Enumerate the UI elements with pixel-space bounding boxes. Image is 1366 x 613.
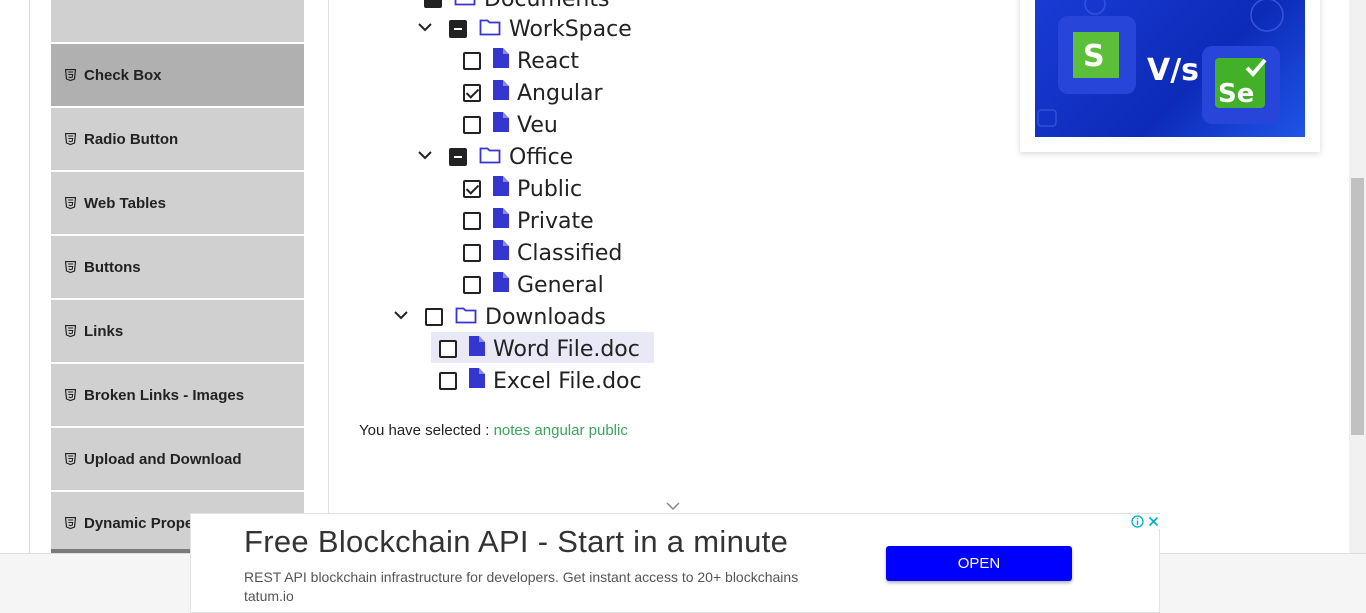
html5-icon [65,261,76,273]
sidebar-item-upload-download[interactable]: Upload and Download [51,428,304,490]
left-divider [29,0,30,553]
tree-label: Downloads [485,304,606,330]
ad-banner[interactable]: Free Blockchain API - Start in a minute … [190,513,1161,613]
svg-text:V/s: V/s [1147,53,1199,88]
tree-label: Angular [517,80,603,106]
file-icon [469,368,485,394]
checkbox-indeterminate[interactable] [449,20,467,38]
checkbox[interactable] [463,244,481,262]
sidebar-item-label: Radio Button [84,130,179,148]
folder-icon [454,0,476,12]
ad-banner-description[interactable]: REST API blockchain infrastructure for d… [244,568,824,606]
file-icon [493,112,509,138]
checkbox[interactable] [463,276,481,294]
sidebar-item-buttons[interactable]: Buttons [51,236,304,298]
file-icon [469,336,485,362]
ad-banner-title[interactable]: Free Blockchain API - Start in a minute [244,524,788,560]
tree-label: General [517,272,604,298]
file-icon [493,176,509,202]
sidebar-item-check-box[interactable]: Check Box [51,44,304,106]
tree-node-excel-file[interactable]: Excel File.doc [439,365,642,397]
expand-ad-chevron-icon[interactable] [665,500,681,512]
sidebar-item-broken-links[interactable]: Broken Links - Images [51,364,304,426]
tree-node-word-file[interactable]: Word File.doc [439,333,640,365]
tree-label: Classified [517,240,623,266]
tree-label: Word File.doc [493,336,640,362]
selection-result: You have selected : notes angular public [359,422,628,439]
ad-card[interactable]: S Se V/s [1020,0,1320,152]
file-icon [493,240,509,266]
checkbox[interactable] [463,52,481,70]
checkbox[interactable] [463,116,481,134]
ad-open-button[interactable]: OPEN [886,546,1072,581]
checkbox[interactable] [425,308,443,326]
sidebar-item-radio-button[interactable]: Radio Button [51,108,304,170]
tree-node-general[interactable]: General [463,269,604,301]
tree-node-angular[interactable]: Angular [463,77,603,109]
html5-icon [65,453,76,465]
sidebar-item-label: Buttons [84,258,141,276]
checkbox-checked[interactable] [463,180,481,198]
folder-icon [479,17,501,42]
folder-icon [479,145,501,170]
sidebar-item-partial[interactable] [51,0,304,42]
sidebar-item-label: Web Tables [84,194,166,212]
ad-illustration: S Se V/s [1037,0,1284,127]
checkbox[interactable] [439,372,457,390]
tree-label: Public [517,176,583,202]
main-divider [328,0,329,553]
sidebar-item-label: Upload and Download [84,450,242,468]
tree-label: Office [509,144,574,170]
sidebar-item-links[interactable]: Links [51,300,304,362]
result-selected-items: notes angular public [493,422,628,439]
file-icon [493,80,509,106]
tree-label: Veu [517,112,558,138]
checkbox-indeterminate[interactable] [449,148,467,166]
html5-icon [65,133,76,145]
html5-icon [65,517,76,529]
scrollbar-thumb[interactable] [1351,178,1364,435]
sidebar-item-label: Broken Links - Images [84,386,245,404]
ad-info-icon[interactable] [1129,514,1145,529]
tree-node-public[interactable]: Public [463,173,582,205]
tree-label: Private [517,208,594,234]
sidebar-item-label: Links [84,322,124,340]
file-icon [493,272,509,298]
ad-controls [1129,514,1161,529]
checkbox[interactable] [439,340,457,358]
tree-node-veu[interactable]: Veu [463,109,558,141]
tree-node-react[interactable]: React [463,45,579,77]
page: Check Box Radio Button Web Tables Button… [0,0,1366,613]
tree-node-downloads[interactable]: Downloads [425,301,606,333]
tree-label: WorkSpace [509,16,632,42]
folder-icon [455,305,477,330]
tree-node-office[interactable]: Office [449,141,573,173]
sidebar: Check Box Radio Button Web Tables Button… [51,0,304,556]
tree-label: Excel File.doc [493,368,642,394]
chevron-down-icon[interactable] [417,147,433,163]
file-icon [493,208,509,234]
html5-icon [65,389,76,401]
file-icon [493,48,509,74]
tree-node-classified[interactable]: Classified [463,237,622,269]
html5-icon [65,325,76,337]
sidebar-item-web-tables[interactable]: Web Tables [51,172,304,234]
tree-label: Documents [484,0,609,12]
chevron-down-icon[interactable] [417,19,433,35]
checkbox-checked[interactable] [463,84,481,102]
html5-icon [65,69,76,81]
checkbox[interactable] [463,212,481,230]
tree-node-private[interactable]: Private [463,205,594,237]
ad-close-icon[interactable] [1145,514,1161,529]
sidebar-item-label: Check Box [84,66,162,84]
tree-label: React [517,48,580,74]
svg-text:Se: Se [1218,79,1254,109]
ad-image[interactable]: S Se V/s [1035,0,1305,137]
result-prefix: You have selected : [359,422,490,439]
html5-icon [65,197,76,209]
checkbox-indeterminate[interactable] [424,0,442,8]
chevron-down-icon[interactable] [393,307,409,323]
tree-node-workspace[interactable]: WorkSpace [449,13,632,45]
svg-text:S: S [1083,39,1105,74]
